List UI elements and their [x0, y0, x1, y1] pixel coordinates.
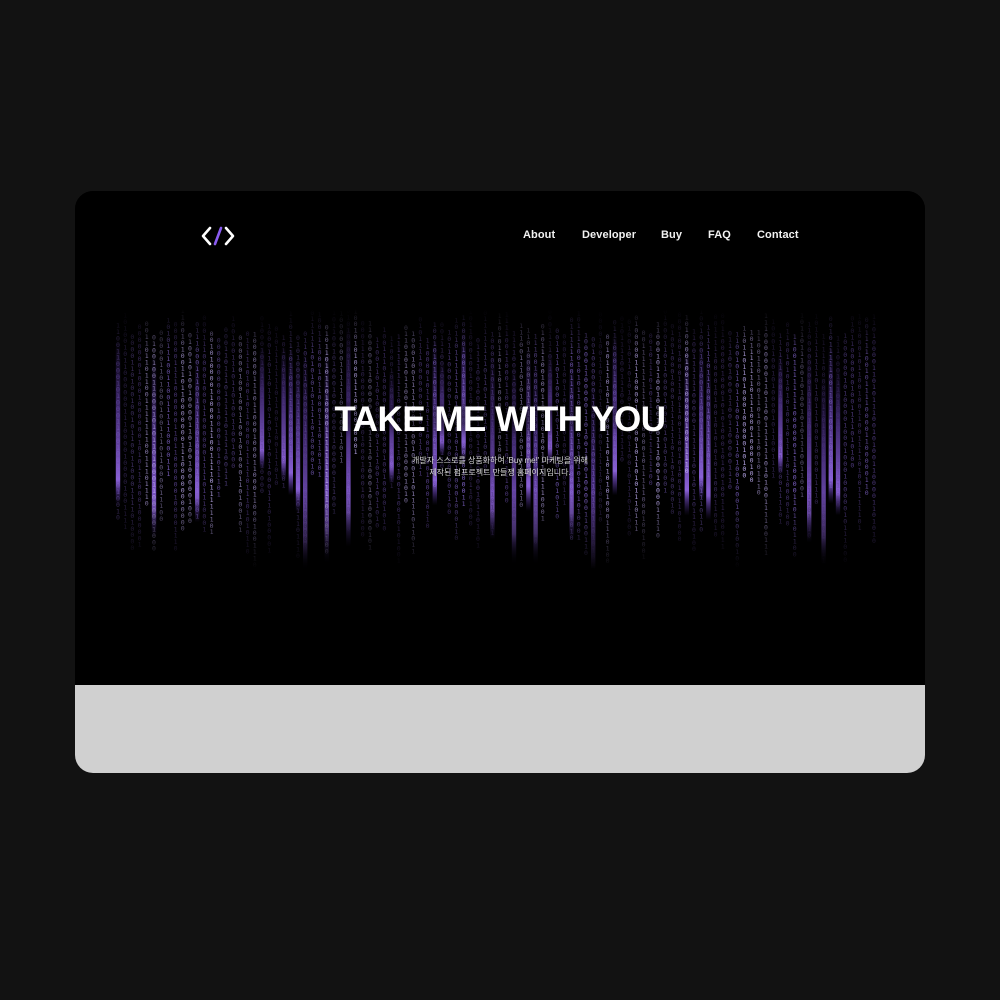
binary-column: 0100100110001010110100011000001000 — [152, 334, 156, 553]
nav-buy-link[interactable]: Buy — [661, 229, 682, 241]
binary-column: 01111101001011000011111011101010110 — [246, 330, 250, 556]
binary-column: 1010111001100111110000111 — [166, 317, 170, 479]
binary-column: 1100101101110011011010010001000100100 — [735, 330, 739, 568]
binary-column: 11001111111100000011100001101101100 — [793, 333, 797, 559]
hero-subtitle: 개발자 스스로를 상품화하여 'Buy me!' 마케팅을 위해 제작된 펌프로… — [75, 455, 925, 479]
website-preview-frame: 1100110001010001100100110010010101001011… — [75, 191, 925, 773]
binary-column: 001011101010000111010101010001110100 — [606, 333, 610, 565]
hero-section: 1100110001010001100100110010010101001011… — [75, 191, 925, 685]
binary-column: 10000110000011010011001000001100110 — [584, 331, 588, 557]
nav-about-link[interactable]: About — [523, 229, 555, 241]
hero-title: TAKE ME WITH YOU — [334, 400, 666, 439]
binary-column: 10011100010110001110110101 — [318, 310, 322, 478]
binary-column: 0000110100100101100110001111010000 — [130, 333, 134, 552]
binary-column: 01011110011100101011110 — [620, 315, 624, 464]
main-nav: About Developer Buy FAQ Contact — [75, 229, 925, 249]
binary-column: 1010000100110000010011110 — [685, 313, 689, 475]
light-gray-footer-band — [75, 685, 925, 773]
binary-column: 011100001100010001010001 — [613, 319, 617, 474]
binary-column: 111111111100001011100100110010101001 — [397, 333, 401, 565]
binary-column: 011110010011010011010100101101101 — [476, 337, 480, 550]
binary-column: 100000001111110010011011 — [339, 310, 343, 465]
binary-column: 10001001111100100010001101111011011 — [411, 330, 415, 556]
binary-column: 01010000101111001100111001011101110 — [296, 334, 300, 560]
nav-faq-link[interactable]: FAQ — [708, 229, 731, 241]
binary-column: 01111110101010111101000010 — [310, 309, 314, 477]
binary-column: 111110000001101100100000011100011011 — [822, 333, 826, 565]
binary-column: 010110000001001111010100 — [850, 314, 854, 469]
binary-column: 0101111000000001010110111 — [418, 316, 422, 478]
binary-column: 11001111110000011111100101101110100 — [692, 328, 696, 554]
binary-column: 100000010100001000100010000010111000 — [843, 332, 847, 564]
binary-column: 01111111101101110101100001 — [483, 309, 487, 477]
hero-subtitle-line-1: 개발자 스스로를 상품화하여 'Buy me!' 마케팅을 위해 — [412, 456, 588, 465]
binary-column: 001111111111111000010111110001001001 — [642, 329, 646, 561]
binary-column: 0010000001110111010011110110110101010 — [591, 335, 595, 569]
binary-column: 1000000111011000100011000110001001110 — [253, 330, 257, 568]
binary-column: 100100111011010011001000 — [231, 315, 235, 470]
hero-subtitle-line-2: 제작된 펌프로젝트 만들쟁 홈페이지입니다. — [429, 468, 571, 477]
nav-developer-link[interactable]: Developer — [582, 229, 636, 241]
nav-contact-link[interactable]: Contact — [757, 229, 799, 241]
binary-column: 001110010010110000101101 — [440, 321, 444, 476]
